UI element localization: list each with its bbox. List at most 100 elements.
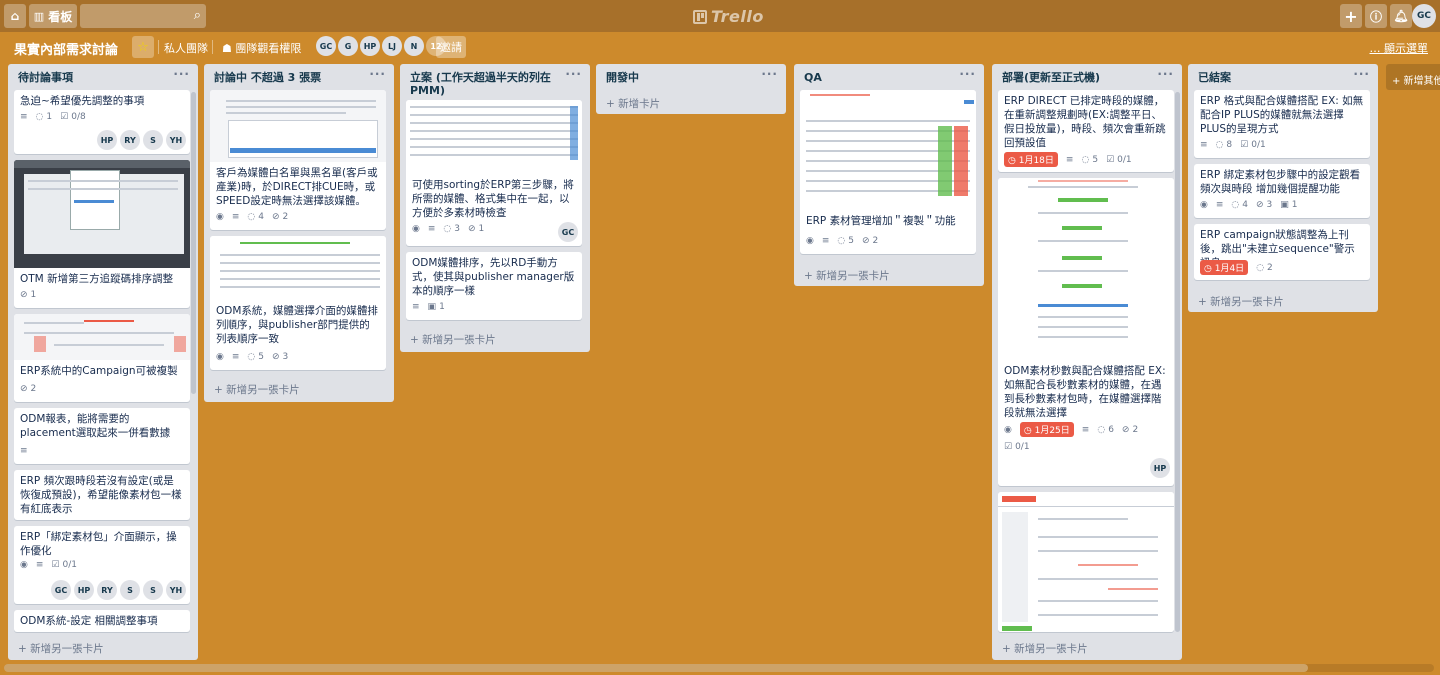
member-avatar[interactable]: G xyxy=(338,36,358,56)
card-member-avatar[interactable]: YH xyxy=(166,580,186,600)
create-button[interactable]: + xyxy=(1340,4,1362,28)
list-menu-icon[interactable]: ··· xyxy=(1353,68,1370,81)
card-member-avatar[interactable]: YH xyxy=(166,130,186,150)
due-date-badge[interactable]: ◷ 1月18日 xyxy=(1004,152,1058,167)
search-box[interactable]: ⌕ xyxy=(80,4,206,28)
card-cover-image xyxy=(210,236,386,300)
add-card-button[interactable]: + 新增另一張卡片 xyxy=(410,332,496,347)
scrollbar-thumb[interactable] xyxy=(4,664,1308,672)
star-button[interactable]: ☆ xyxy=(132,36,154,58)
card[interactable]: ODM素材秒數與配合媒體搭配 EX: 如無配合長秒數素材的媒體，在遇到長秒數素材… xyxy=(998,178,1174,486)
card[interactable]: ERP 格式與配合媒體搭配 EX: 如無配合IP PLUS的媒體就無法選擇PLU… xyxy=(1194,90,1370,158)
list-menu-icon[interactable]: ··· xyxy=(1157,68,1174,81)
attachment-icon: ⊘ xyxy=(20,290,28,300)
card[interactable]: 急迫~希望優先調整的事項 ≡ ◌ 1 ☑ 0/8 HP RY S YH xyxy=(14,90,190,154)
notifications-button[interactable]: 🔔︎ xyxy=(1390,4,1412,28)
board-title[interactable]: 果實內部需求討論 xyxy=(14,39,118,58)
list-header[interactable]: 待討論事項 ··· xyxy=(8,64,198,90)
list-title[interactable]: 開發中 xyxy=(606,71,639,84)
checklist-icon: ☑ xyxy=(51,560,60,570)
list-title[interactable]: 已結案 xyxy=(1198,71,1231,84)
invite-button[interactable]: 邀請 xyxy=(436,36,466,58)
search-input[interactable] xyxy=(80,4,180,28)
checklist-count: 0/1 xyxy=(1015,442,1030,452)
due-date-badge[interactable]: ◷ 1月4日 xyxy=(1200,260,1249,275)
card[interactable]: ODM系統-設定 相關調整事項 xyxy=(14,610,190,632)
card-member-avatar[interactable]: S xyxy=(120,580,140,600)
list-title[interactable]: 部署(更新至正式機) xyxy=(1002,71,1100,84)
description-icon: ≡ xyxy=(427,224,436,234)
due-date-badge[interactable]: ◷ 1月25日 xyxy=(1019,422,1074,437)
list-header[interactable]: 討論中 不超過 3 張票 ··· xyxy=(204,64,394,90)
card-title: 客戶為媒體白名單與黑名單(客戶或產業)時，於DIRECT排CUE時，或SPEED… xyxy=(216,167,378,207)
attachment-badge: ⊘ 3 xyxy=(1256,200,1272,210)
card[interactable]: ODM系統，媒體選擇介面的媒體排列順序，與publisher部門提供的列表順序一… xyxy=(210,236,386,370)
card[interactable]: 客戶為媒體白名單與黑名單(客戶或產業)時，於DIRECT排CUE時，或SPEED… xyxy=(210,90,386,230)
board-horizontal-scrollbar[interactable] xyxy=(4,664,1434,672)
card[interactable]: ERP 綁定素材包步驟中的設定觀看頻次與時段 增加幾個提醒功能 ◉ ≡ ◌ 4 ⊘… xyxy=(1194,164,1370,218)
team-button[interactable]: 私人團隊 xyxy=(164,40,208,56)
add-list-button[interactable]: + 新增其他 xyxy=(1386,64,1440,90)
list-header[interactable]: 立案 (工作天超過半天的列在PMM) ··· xyxy=(400,64,590,100)
card-title: ODM系統，媒體選擇介面的媒體排列順序，與publisher部門提供的列表順序一… xyxy=(216,305,378,345)
user-avatar[interactable]: GC xyxy=(1412,4,1436,28)
add-card-button[interactable]: + 新增另一張卡片 xyxy=(18,641,104,656)
list-header[interactable]: QA ··· xyxy=(794,64,984,90)
visibility-button[interactable]: ☗ 團隊觀看權限 xyxy=(222,40,301,56)
add-card-button[interactable]: + 新增另一張卡片 xyxy=(1198,294,1284,309)
card-member-avatar[interactable]: RY xyxy=(120,130,140,150)
card-badges: ◉ ≡ ◌ 3 ⊘ 1 xyxy=(412,224,484,234)
card-member-avatar[interactable]: GC xyxy=(558,222,578,242)
list-header[interactable]: 部署(更新至正式機) ··· xyxy=(992,64,1182,90)
list-title[interactable]: QA xyxy=(804,71,822,84)
card-member-avatar[interactable]: S xyxy=(143,580,163,600)
list-title[interactable]: 待討論事項 xyxy=(18,71,73,84)
list-header[interactable]: 已結案 ··· xyxy=(1188,64,1378,90)
list-menu-icon[interactable]: ··· xyxy=(959,68,976,81)
card[interactable]: ERP 素材管理增加＂複製＂功能 ◉ ≡ ◌ 5 ⊘ 2 xyxy=(800,90,976,254)
add-card-button[interactable]: + 新增另一張卡片 xyxy=(214,382,300,397)
list-menu-icon[interactable]: ··· xyxy=(565,68,582,81)
add-card-button[interactable]: + 新增另一張卡片 xyxy=(804,268,890,283)
card[interactable]: ODM報表，能將需要的placement選取起來一併看數據 ≡ xyxy=(14,408,190,464)
comment-badge: ◌ 6 xyxy=(1097,425,1114,435)
comment-count: 5 xyxy=(258,352,264,362)
home-button[interactable]: ⌂ xyxy=(4,4,26,28)
add-card-button[interactable]: + 新增另一張卡片 xyxy=(1002,641,1088,656)
card[interactable]: ERP「綁定素材包」介面顯示，操作優化 ◉ ≡ ☑ 0/1 GC HP RY S … xyxy=(14,526,190,604)
card[interactable]: ODM媒體排序，先以RD手動方式，使其與publisher manager版本的… xyxy=(406,252,582,320)
card[interactable]: OTM 新增第三方追蹤碼排序調整 ⊘ 1 xyxy=(14,160,190,308)
member-avatar[interactable]: HP xyxy=(360,36,380,56)
card-member-avatar[interactable]: RY xyxy=(97,580,117,600)
show-menu-button[interactable]: … 顯示選單 xyxy=(1370,40,1429,56)
add-card-button[interactable]: + 新增卡片 xyxy=(606,96,660,111)
card[interactable]: ERP campaign狀態調整為上刊後，跳出"未建立sequence"警示訊息… xyxy=(1194,224,1370,280)
list-title[interactable]: 立案 (工作天超過半天的列在PMM) xyxy=(410,71,551,97)
card-member-avatar[interactable]: HP xyxy=(74,580,94,600)
card-member-avatar[interactable]: GC xyxy=(51,580,71,600)
list-menu-icon[interactable]: ··· xyxy=(173,68,190,81)
trello-logo[interactable]: Trello xyxy=(693,7,764,26)
list-scrollbar[interactable] xyxy=(191,92,196,394)
list-menu-icon[interactable]: ··· xyxy=(369,68,386,81)
description-icon: ≡ xyxy=(821,236,830,246)
list-scrollbar[interactable] xyxy=(1175,92,1180,632)
card-member-avatar[interactable]: S xyxy=(143,130,163,150)
card[interactable]: ERP 頻次跟時段若沒有設定(或是恢復成預設)，希望能像素材包一樣 有紅底表示 xyxy=(14,470,190,520)
list-title[interactable]: 討論中 不超過 3 張票 xyxy=(214,71,321,84)
card[interactable] xyxy=(998,492,1174,632)
list-header[interactable]: 開發中 ··· xyxy=(596,64,786,90)
boards-button[interactable]: ▥ 看板 xyxy=(29,4,77,28)
card[interactable]: ERP DIRECT 已排定時段的媒體，在重新調整規劃時(EX:調整平日、假日投… xyxy=(998,90,1174,172)
member-avatar[interactable]: GC xyxy=(316,36,336,56)
member-avatar[interactable]: N xyxy=(404,36,424,56)
more-icon: … xyxy=(1369,42,1381,55)
card-member-avatar[interactable]: HP xyxy=(97,130,117,150)
member-avatar[interactable]: LJ xyxy=(382,36,402,56)
card-member-avatar[interactable]: HP xyxy=(1150,458,1170,478)
card[interactable]: 可使用sorting於ERP第三步驟，將所需的媒體、格式集中在一起，以方便於多素… xyxy=(406,100,582,246)
comment-icon: ◌ xyxy=(1215,140,1224,150)
card[interactable]: ERP系統中的Campaign可被複製 ⊘ 2 xyxy=(14,314,190,402)
info-button[interactable]: ⓘ xyxy=(1365,4,1387,28)
list-menu-icon[interactable]: ··· xyxy=(761,68,778,81)
